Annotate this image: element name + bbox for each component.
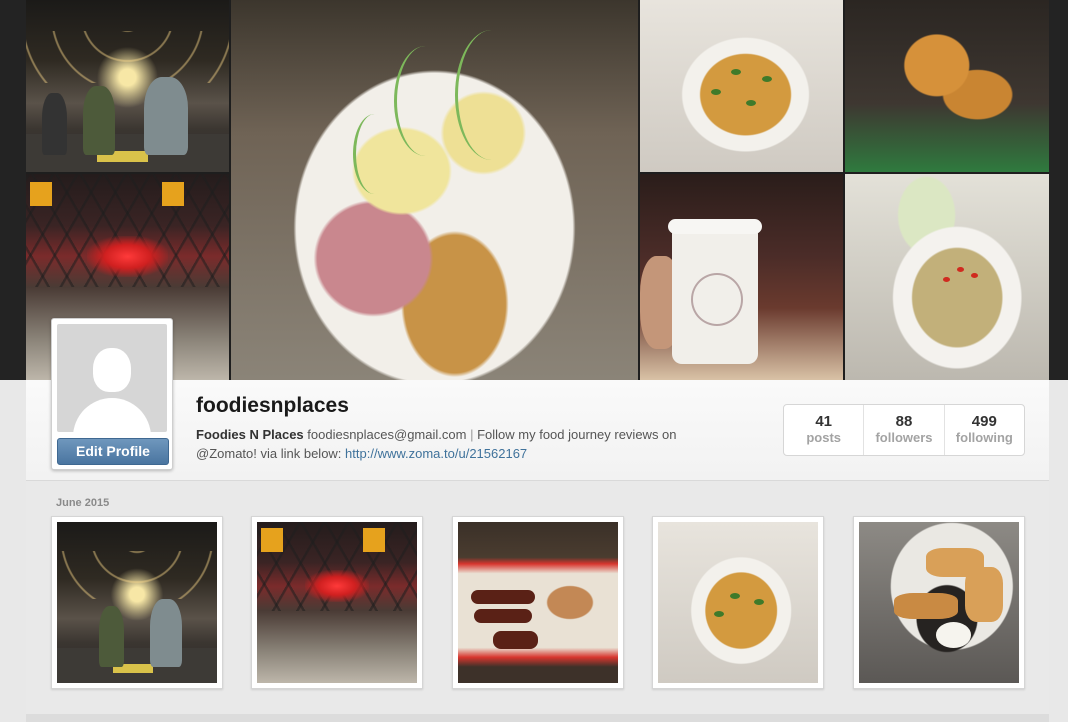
cover-photo-coffee-cup[interactable] [640,174,843,380]
photo-market-night [57,522,217,683]
cover-left-edge [0,0,26,380]
photo-thumbnail[interactable] [251,516,423,689]
photo-laksa [658,522,818,683]
photo-thumbnail[interactable] [853,516,1025,689]
stat-posts-count: 41 [815,413,832,430]
month-heading: June 2015 [56,497,110,509]
profile-username: foodiesnplaces [196,394,349,417]
stat-followers-count: 88 [895,413,913,430]
stat-following-count: 499 [971,413,997,430]
photo-market-red-lights [257,522,417,683]
stat-posts-label: posts [806,430,841,445]
profile-bio: Foodies N Places foodiesnplaces@gmail.co… [196,425,736,463]
photo-thumbnail[interactable] [652,516,824,689]
cover-photo-grilled-fish[interactable] [845,0,1049,172]
profile-full-name: Foodies N Places [196,427,304,442]
bio-separator: | [470,427,474,442]
photo-skillet-breakfast [859,522,1019,683]
photo-thumbnail[interactable] [51,516,223,689]
profile-picture-card: Edit Profile [51,318,173,470]
edit-profile-button[interactable]: Edit Profile [57,438,169,465]
bio-link[interactable]: http://www.zoma.to/u/21562167 [345,446,527,461]
profile-stats: 41 posts 88 followers 499 following [783,404,1025,456]
footer-edge [26,714,1049,722]
photo-thumbnail[interactable] [452,516,624,689]
avatar-placeholder-icon[interactable] [57,324,167,432]
stat-posts[interactable]: 41 posts [784,405,863,455]
cover-photo-eggs-benedict[interactable] [231,0,638,380]
cover-photo-laksa[interactable] [640,0,843,172]
stat-following-label: following [955,430,1013,445]
stat-following[interactable]: 499 following [943,405,1024,455]
cover-photo-market-night[interactable] [26,0,229,172]
stat-followers[interactable]: 88 followers [863,405,943,455]
cover-right-edge [1049,0,1068,380]
stat-followers-label: followers [875,430,933,445]
cover-photo-pho[interactable] [845,174,1049,380]
profile-email: foodiesnplaces@gmail.com [307,427,467,442]
photo-bbq-platter [458,522,618,683]
